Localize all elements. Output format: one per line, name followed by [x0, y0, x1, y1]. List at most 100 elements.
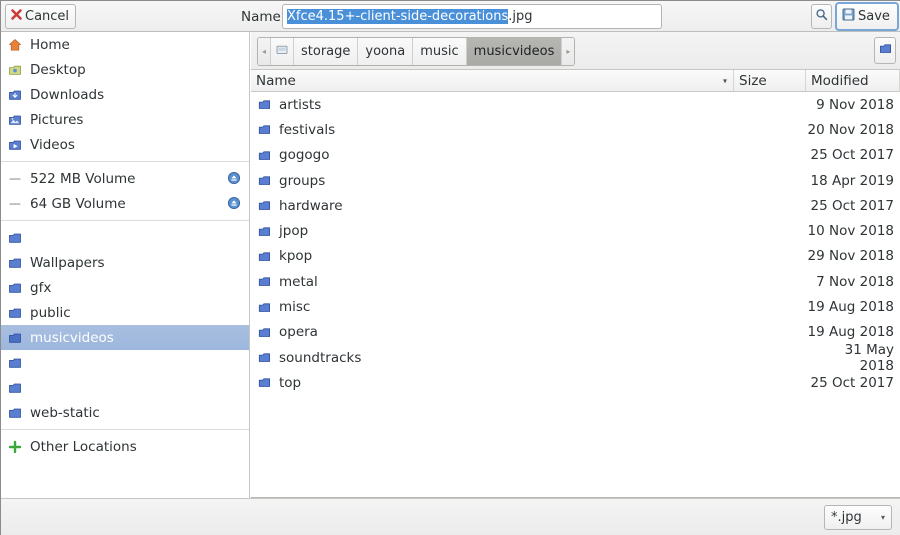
file-modified-cell: 31 May 2018 [844, 341, 894, 374]
save-button[interactable]: Save [835, 2, 899, 31]
table-row[interactable]: groups 18 Apr 2019 [251, 168, 900, 193]
file-modified-cell: 9 Nov 2018 [816, 96, 894, 113]
bookmark-folder-icon [7, 280, 23, 296]
sidebar-item-volume-522mb[interactable]: 522 MB Volume [1, 166, 249, 191]
file-name-cell: gogogo [251, 147, 734, 163]
name-label: Name [241, 8, 281, 25]
file-name-label: hardware [279, 197, 343, 214]
table-row[interactable]: kpop 29 Nov 2018 [251, 244, 900, 269]
file-list-rows: artists 9 Nov 2018 festivals 20 Nov 2018… [251, 92, 900, 396]
table-row[interactable]: top 25 Oct 2017 [251, 370, 900, 395]
search-icon [815, 8, 828, 25]
table-row[interactable]: jpop 10 Nov 2018 [251, 218, 900, 243]
table-row[interactable]: gogogo 25 Oct 2017 [251, 143, 900, 168]
file-name-label: artists [279, 96, 322, 113]
folder-icon [256, 97, 272, 113]
sidebar-item-label: Wallpapers [30, 254, 105, 271]
sidebar-item-volume-64gb[interactable]: 64 GB Volume [1, 191, 249, 216]
table-row[interactable]: soundtracks 31 May 2018 [251, 342, 900, 374]
sidebar-item-bookmark-blank-1[interactable] [1, 225, 249, 250]
sidebar-item-web-static[interactable]: web-static [1, 400, 249, 425]
sidebar-item-desktop[interactable]: Desktop [1, 57, 249, 82]
cancel-x-icon [10, 8, 23, 25]
home-icon [7, 37, 23, 53]
file-modified-cell: 19 Aug 2018 [807, 324, 894, 341]
sidebar-item-downloads[interactable]: Downloads [1, 82, 249, 107]
file-name-label: festivals [279, 121, 336, 138]
search-button[interactable] [811, 4, 832, 29]
file-name-label: jpop [279, 223, 309, 240]
new-folder-button[interactable] [874, 37, 896, 64]
breadcrumb-root[interactable] [271, 38, 295, 65]
pictures-icon [7, 112, 23, 128]
breadcrumb-item-musicvideos[interactable]: musicvideos [466, 38, 563, 65]
file-name-label: kpop [279, 248, 313, 265]
file-type-filter-dropdown[interactable]: *.jpg ▾ [824, 505, 892, 530]
file-name-cell: opera [251, 324, 734, 340]
sidebar-item-musicvideos[interactable]: musicvideos [1, 325, 249, 350]
sidebar-item-label: Videos [30, 136, 75, 153]
bookmark-folder-icon [7, 380, 23, 396]
places-sidebar[interactable]: Home Desktop Downloads Pictures Videos 5… [1, 32, 250, 498]
sidebar-item-pictures[interactable]: Pictures [1, 107, 249, 132]
sort-descending-icon: ▾ [722, 76, 727, 85]
sidebar-item-home[interactable]: Home [1, 32, 249, 57]
file-name-cell: top [251, 375, 734, 391]
eject-icon[interactable] [227, 171, 241, 185]
folder-icon [256, 274, 272, 290]
sidebar-item-label: Downloads [30, 86, 105, 103]
sidebar-item-label: public [30, 304, 71, 321]
header-bar: Cancel Name Xfce4.15+-client-side-decora… [1, 1, 900, 32]
table-row[interactable]: metal 7 Nov 2018 [251, 269, 900, 294]
file-name-cell: jpop [251, 223, 734, 239]
file-name-cell: soundtracks [251, 350, 734, 366]
bookmark-folder-icon [7, 330, 23, 346]
sidebar-item-bookmark-blank-2[interactable] [1, 350, 249, 375]
videos-icon [7, 137, 23, 153]
downloads-icon [7, 87, 23, 103]
filename-input[interactable]: Xfce4.15+-client-side-decorations .jpg [282, 4, 662, 29]
column-header-modified[interactable]: Modified [806, 70, 900, 91]
sidebar-item-gfx[interactable]: gfx [1, 275, 249, 300]
sidebar-item-label: musicvideos [30, 329, 114, 346]
sidebar-separator [1, 429, 249, 430]
bookmark-folder-icon [7, 405, 23, 421]
table-row[interactable]: hardware 25 Oct 2017 [251, 193, 900, 218]
bookmark-folder-icon [7, 355, 23, 371]
file-list[interactable]: Name ▾ Size Modified artists 9 Nov 2018 [251, 70, 900, 498]
table-row[interactable]: misc 19 Aug 2018 [251, 294, 900, 319]
new-folder-icon [879, 42, 892, 59]
sidebar-item-label: web-static [30, 404, 100, 421]
sidebar-item-wallpapers[interactable]: Wallpapers [1, 250, 249, 275]
cancel-button[interactable]: Cancel [5, 4, 77, 29]
file-name-label: metal [279, 273, 318, 290]
breadcrumb-prev-arrow[interactable]: ◂ [258, 38, 272, 65]
breadcrumb-item-music[interactable]: music [413, 38, 467, 65]
table-row[interactable]: artists 9 Nov 2018 [251, 92, 900, 117]
sidebar-separator [1, 161, 249, 162]
column-header-name[interactable]: Name ▾ [251, 70, 734, 91]
sidebar-item-label: 522 MB Volume [30, 170, 136, 187]
table-row[interactable]: opera 19 Aug 2018 [251, 320, 900, 345]
column-header-size-label: Size [739, 72, 767, 89]
file-modified-cell: 25 Oct 2017 [810, 147, 894, 164]
sidebar-item-videos[interactable]: Videos [1, 132, 249, 157]
sidebar-item-bookmark-blank-3[interactable] [1, 375, 249, 400]
column-header-size[interactable]: Size [734, 70, 806, 91]
folder-icon [256, 223, 272, 239]
eject-icon[interactable] [227, 196, 241, 210]
breadcrumb-item-yoona[interactable]: yoona [358, 38, 414, 65]
sidebar-item-public[interactable]: public [1, 300, 249, 325]
bottom-bar: *.jpg ▾ [1, 498, 900, 535]
breadcrumb-item-storage[interactable]: storage [294, 38, 359, 65]
table-row[interactable]: festivals 20 Nov 2018 [251, 117, 900, 142]
filename-selected-text: Xfce4.15+-client-side-decorations [287, 9, 509, 24]
file-type-filter-value: *.jpg [831, 510, 862, 525]
breadcrumb-next-arrow[interactable]: ▸ [562, 38, 575, 65]
breadcrumb[interactable]: ◂ storage yoona music musicvideos ▸ [257, 37, 576, 66]
file-name-label: gogogo [279, 147, 330, 164]
floppy-disk-icon [842, 8, 855, 25]
sidebar-item-other-locations[interactable]: Other Locations [1, 434, 249, 459]
file-name-cell: kpop [251, 248, 734, 264]
file-name-cell: artists [251, 97, 734, 113]
